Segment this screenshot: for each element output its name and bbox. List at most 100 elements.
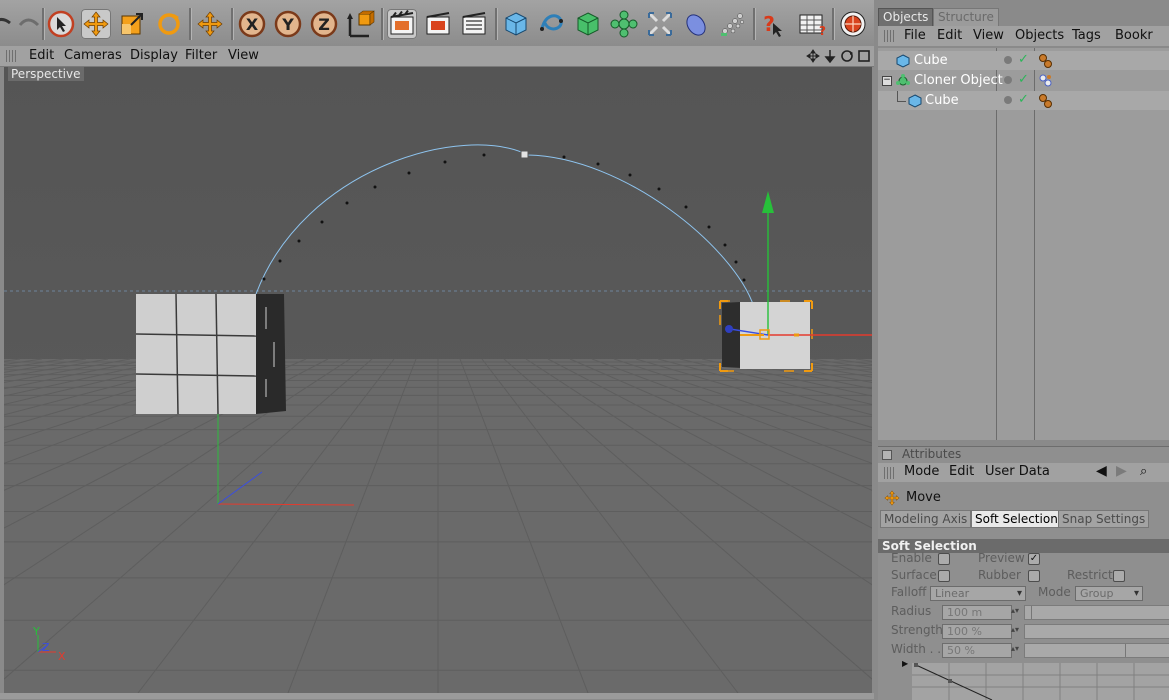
objects-menu-tags[interactable]: Tags [1072, 28, 1101, 43]
object-name[interactable]: Cloner Object [914, 73, 1003, 88]
environment-icon[interactable] [681, 9, 711, 39]
spline-tangent-point[interactable] [520, 150, 529, 159]
strength-slider[interactable] [1024, 624, 1169, 639]
render-dot-icon[interactable] [1004, 56, 1012, 64]
nurbs-icon[interactable] [573, 9, 603, 39]
deformer-icon[interactable] [645, 9, 675, 39]
render-view-icon[interactable] [387, 9, 417, 39]
grip-icon[interactable] [884, 467, 894, 479]
strength-label: Strength [891, 623, 943, 637]
tree-connector [897, 91, 906, 102]
back-arrow-icon[interactable]: ◀ [1096, 463, 1107, 479]
objects-menu-bookmarks[interactable]: Bookr [1115, 28, 1153, 43]
radius-slider[interactable] [1024, 605, 1169, 620]
z-axis-lock-icon[interactable]: Z [309, 9, 339, 39]
forward-arrow-icon[interactable]: ▶ [1116, 463, 1127, 479]
render-dot-icon[interactable] [1004, 96, 1012, 104]
object-row-cloner[interactable]: − Cloner Object ✓ [878, 71, 1169, 90]
restrict-label: Restrict [1067, 568, 1113, 582]
objects-menu-file[interactable]: File [904, 28, 926, 43]
live-move-icon[interactable] [195, 9, 225, 39]
object-manager-list[interactable]: Cube ✓ − Cloner Object ✓ Cube ✓ [878, 48, 1169, 440]
attr-menu-user-data[interactable]: User Data [985, 464, 1050, 479]
attr-menu-mode[interactable]: Mode [904, 464, 939, 479]
cloner-icon [896, 74, 910, 86]
object-row-child-cube[interactable]: Cube ✓ [878, 91, 1169, 110]
attributes-toggle-icon[interactable] [882, 450, 892, 460]
viewport-menu-cameras[interactable]: Cameras [64, 48, 122, 63]
width-stepper-icon[interactable]: ▴▾ [1011, 644, 1019, 653]
enabled-check-icon[interactable]: ✓ [1018, 92, 1029, 107]
search-icon[interactable]: ⌕ [1140, 464, 1147, 479]
preview-label: Preview [978, 551, 1025, 565]
scale-tool-icon[interactable] [117, 9, 147, 39]
rotate-view-icon[interactable] [840, 49, 854, 63]
layout-icon[interactable]: ? [796, 9, 826, 39]
maximize-view-icon[interactable] [857, 49, 871, 63]
object-name[interactable]: Cube [925, 93, 959, 108]
render-dot-icon[interactable] [1004, 76, 1012, 84]
preview-checkbox[interactable]: ✓ [1028, 553, 1040, 565]
falloff-label: Falloff [891, 585, 927, 599]
y-axis-lock-icon[interactable]: Y [273, 9, 303, 39]
coordinate-system-icon[interactable] [345, 9, 375, 39]
objects-menu-view[interactable]: View [973, 28, 1004, 43]
mode-label: Mode [1038, 585, 1071, 599]
viewport-camera-label[interactable]: Perspective [8, 67, 84, 81]
cloned-cube-left[interactable] [135, 293, 286, 415]
cube-primitive-icon[interactable] [501, 9, 531, 39]
viewport-menu-filter[interactable]: Filter [185, 48, 217, 63]
strength-input[interactable]: 100 % [942, 624, 1012, 639]
gizmo-z-handle[interactable] [725, 325, 733, 333]
width-input[interactable]: 50 % [942, 643, 1012, 658]
collapse-toggle-icon[interactable]: − [882, 76, 892, 86]
perspective-viewport[interactable]: Perspective Y Z X [4, 67, 872, 693]
falloff-graph-toggle-icon[interactable]: ▶ [902, 659, 908, 668]
radius-input[interactable]: 100 m [942, 605, 1012, 620]
viewport-menu-edit[interactable]: Edit [29, 48, 54, 63]
surface-checkbox[interactable] [938, 570, 950, 582]
grip-icon[interactable] [884, 30, 894, 42]
array-icon[interactable] [609, 9, 639, 39]
timeline-strip[interactable] [0, 693, 874, 699]
rotate-tool-icon[interactable] [154, 9, 184, 39]
tab-soft-selection[interactable]: Soft Selection [971, 510, 1062, 528]
rubber-checkbox[interactable] [1028, 570, 1040, 582]
object-row-cube[interactable]: Cube ✓ [878, 51, 1169, 70]
falloff-dropdown[interactable]: Linear [930, 586, 1026, 601]
x-axis-lock-icon[interactable]: X [237, 9, 267, 39]
object-name[interactable]: Cube [914, 53, 948, 68]
viewport-menu-display[interactable]: Display [130, 48, 178, 63]
cube-icon [908, 94, 922, 108]
render-region-icon[interactable] [423, 9, 453, 39]
spline-tool-icon[interactable] [537, 9, 567, 39]
enabled-check-icon[interactable]: ✓ [1018, 72, 1029, 87]
help-icon[interactable]: ? [758, 9, 788, 39]
mode-dropdown[interactable]: Group [1075, 586, 1143, 601]
pan-view-icon[interactable] [806, 49, 820, 63]
viewport-menu-view[interactable]: View [228, 48, 259, 63]
width-slider[interactable] [1024, 643, 1169, 658]
cloner-tag-icon[interactable] [1038, 73, 1054, 89]
material-tag-icon[interactable] [1038, 93, 1054, 109]
zoom-view-icon[interactable] [823, 49, 837, 63]
objects-menu-edit[interactable]: Edit [937, 28, 962, 43]
objects-menu-objects[interactable]: Objects [1015, 28, 1064, 43]
attr-menu-edit[interactable]: Edit [949, 464, 974, 479]
falloff-curve-graph[interactable] [912, 663, 1169, 700]
strength-stepper-icon[interactable]: ▴▾ [1011, 625, 1019, 634]
enabled-check-icon[interactable]: ✓ [1018, 52, 1029, 67]
move-tool-icon[interactable] [81, 9, 111, 39]
render-picture-viewer-icon[interactable] [459, 9, 489, 39]
material-tag-icon[interactable] [1038, 53, 1054, 69]
restrict-checkbox[interactable] [1113, 570, 1125, 582]
web-icon[interactable] [838, 9, 868, 39]
select-tool-icon[interactable] [46, 9, 76, 39]
grip-icon[interactable] [6, 50, 16, 62]
radius-stepper-icon[interactable]: ▴▾ [1011, 606, 1019, 615]
tab-modeling-axis[interactable]: Modeling Axis [880, 510, 972, 528]
redo-icon[interactable] [14, 9, 44, 39]
enable-checkbox[interactable] [938, 553, 950, 565]
particles-icon[interactable] [717, 9, 747, 39]
tab-snap-settings[interactable]: Snap Settings [1058, 510, 1150, 528]
